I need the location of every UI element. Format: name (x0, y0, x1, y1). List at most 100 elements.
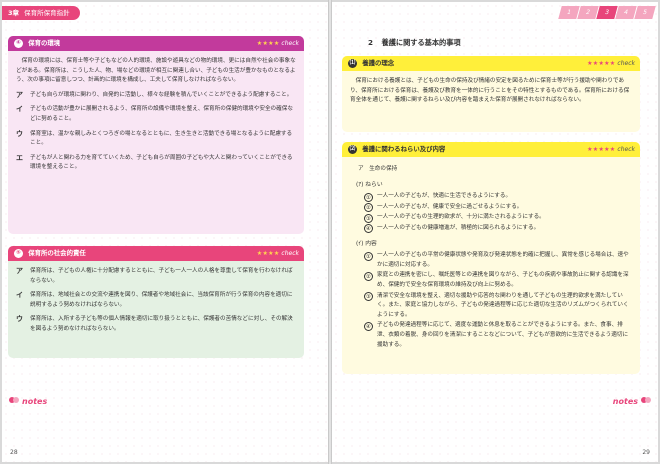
nursing-philosophy-header: ⑴ 養護の理念 ★★★★★ check (342, 56, 640, 71)
check-label: check (617, 60, 635, 67)
content-text: 子どもの発達過程等に応じて、適度な運動と休息を取ることができるようにする。また、… (377, 322, 629, 348)
item-number: ① (364, 192, 373, 202)
list-item: ウ保育室は、温かな親しみとくつろぎの場となるとともに、生き生きと活動できる場とな… (16, 130, 296, 149)
item-mark: ア (16, 90, 23, 99)
check-label: check (281, 40, 299, 47)
aim-item: ④ 一人一人の子どもの健康増進が、積極的に図られるようにする。 (364, 224, 632, 234)
star-rating-icon: ★★★★★ (587, 60, 616, 67)
environment-box-body: 保育の環境には、保育士等や子どもなどの人的環境、施設や遊具などの物的環境、更には… (8, 51, 304, 184)
nursing-aims-header: ⑵ 養護に関わるねらい及び内容 ★★★★★ check (342, 142, 640, 157)
notes-label: notes (613, 396, 652, 406)
section-number-icon: ⑤ (14, 248, 23, 258)
aim-text: 一人一人の子どもが、快適に生活できるようにする。 (377, 193, 512, 200)
section-title-text: 養護に関する基本的事項 (381, 38, 461, 47)
aim-text: 一人一人の子どもが、健康で安全に過ごせるようにする。 (377, 203, 523, 210)
environment-box-title: 保育の環境 (28, 39, 61, 47)
item-text: 子ども自らが環境に関わり、自発的に活動し、様々な経験を積んでいくことができるよう… (30, 91, 293, 98)
item-mark: イ (16, 105, 23, 114)
star-rating-icon: ★★★★ (256, 250, 280, 257)
social-responsibility-box-body: ア保育所は、子どもの人権に十分配慮するとともに、子ども一人一人の人格を尊重して保… (8, 261, 304, 346)
importance-check: ★★★★★ check (587, 142, 635, 157)
check-label: check (617, 146, 635, 153)
item-mark: ウ (16, 315, 23, 324)
section-title: 2 養護に関する基本的事項 (368, 38, 461, 48)
item-text: 保育所は、入所する子ども等の個人情報を適切に取り扱うとともに、保護者の苦情などに… (30, 316, 293, 332)
section-number-icon: ④ (14, 38, 23, 48)
item-number: ② (364, 203, 373, 213)
importance-check: ★★★★★ check (587, 56, 635, 71)
chapter-tab: 3章 保育所保育指針 (2, 6, 80, 20)
right-page: 1 2 3 4 5 2 養護に関する基本的事項 ⑴ 養護の理念 ★★★★★ ch… (332, 2, 658, 462)
nursing-philosophy-body: 保育における養護とは、子どもの生命の保持及び情緒の安定を図るために保育士等が行う… (342, 71, 640, 117)
item-number: ③ (364, 213, 373, 223)
list-item: ア保育所は、子どもの人権に十分配慮するとともに、子ども一人一人の人格を尊重して保… (16, 267, 296, 286)
item-number: ① (364, 251, 373, 261)
nursing-philosophy-text: 保育における養護とは、子どもの生命の保持及び情緒の安定を図るために保育士等が行う… (350, 78, 630, 104)
chapter-nav-item[interactable]: 5 (634, 6, 656, 19)
list-item: イ保育所は、地域社会との交流や連携を図り、保護者や地域社会に、当該保育所が行う保… (16, 291, 296, 310)
importance-check: ★★★★ check (257, 246, 299, 261)
star-rating-icon: ★★★★★ (587, 146, 616, 153)
item-number: ④ (364, 321, 373, 331)
item-mark: ウ (16, 129, 23, 138)
aims-heading: (ｱ) ねらい (356, 181, 383, 188)
item-number: ④ (364, 224, 373, 234)
list-item: イ子どもの活動が豊かに展開されるよう、保育所の設備や環境を整え、保育所の保健的環… (16, 105, 296, 124)
content-item: ② 家庭との連携を密にし、嘱託医等との連携を図りながら、子どもの疾病や事故防止に関… (364, 271, 632, 290)
environment-intro: 保育の環境には、保育士等や子どもなどの人的環境、施設や遊具などの物的環境、更には… (16, 58, 296, 84)
content-heading: (ｲ) 内容 (356, 240, 377, 247)
page-number: 29 (642, 449, 650, 456)
aim-item: ① 一人一人の子どもが、快適に生活できるようにする。 (364, 192, 632, 202)
content-text: 一人一人の子どもの平常の健康状態や発育及び発達状態を的確に把握し、異常を感じる場… (377, 252, 629, 268)
environment-box: ④ 保育の環境 ★★★★ check 保育の環境には、保育士等や子どもなどの人的… (8, 36, 304, 234)
item-text: 保育所は、子どもの人権に十分配慮するとともに、子ども一人一人の人格を尊重して保育… (30, 268, 293, 284)
notes-text: notes (22, 396, 48, 406)
nursing-aims-box: ⑵ 養護に関わるねらい及び内容 ★★★★★ check ア 生命の保持 (ｱ) … (342, 142, 640, 374)
aim-item: ② 一人一人の子どもが、健康で安全に過ごせるようにする。 (364, 203, 632, 213)
check-label: check (281, 250, 299, 257)
item-text: 保育室は、温かな親しみとくつろぎの場となるとともに、生き生きと活動できる場となる… (30, 130, 293, 147)
subsection-heading: ア 生命の保持 (358, 166, 398, 172)
item-number: ③ (364, 292, 373, 302)
aim-item: ③ 一人一人の子どもの生理的欲求が、十分に満たされるようにする。 (364, 213, 632, 223)
list-item: ア子ども自らが環境に関わり、自発的に活動し、様々な経験を積んでいくことができるよ… (16, 91, 296, 101)
item-mark: イ (16, 291, 23, 300)
chapter-number: 3章 (8, 9, 20, 17)
chapter-nav: 1 2 3 4 5 (558, 6, 656, 19)
list-item: ウ保育所は、入所する子ども等の個人情報を適切に取り扱うとともに、保護者の苦情など… (16, 315, 296, 334)
ribbon-icon (9, 397, 19, 403)
ribbon-icon (641, 397, 651, 403)
nursing-philosophy-title: 養護の理念 (362, 59, 395, 67)
item-text: 子どもの活動が豊かに展開されるよう、保育所の設備や環境を整え、保育所の保健的環境… (30, 106, 293, 122)
social-responsibility-box-header: ⑤ 保育所の社会的責任 ★★★★ check (8, 246, 304, 261)
section-number-icon: ⑵ (348, 144, 357, 154)
item-text: 保育所は、地域社会との交流や連携を図り、保護者や地域社会に、当該保育所が行う保育… (30, 292, 293, 308)
page-number: 28 (10, 449, 18, 456)
nursing-aims-title: 養護に関わるねらい及び内容 (362, 145, 446, 153)
section-number: 2 (368, 38, 374, 47)
section-number-icon: ⑴ (348, 58, 357, 68)
content-item: ① 一人一人の子どもの平常の健康状態や発育及び発達状態を的確に把握し、異常を感じる… (364, 251, 632, 270)
item-mark: エ (16, 153, 23, 162)
star-rating-icon: ★★★★ (256, 40, 280, 47)
item-number: ② (364, 271, 373, 281)
content-text: 清潔で安全な環境を整え、適切な援助や応答的な関わりを通して子どもの生理的欲求を満… (377, 292, 629, 318)
content-item: ③ 清潔で安全な環境を整え、適切な援助や応答的な関わりを通して子どもの生理的欲求を… (364, 292, 632, 321)
notes-text: notes (612, 396, 638, 406)
aim-text: 一人一人の子どもの生理的欲求が、十分に満たされるようにする。 (377, 214, 545, 221)
nursing-philosophy-box: ⑴ 養護の理念 ★★★★★ check 保育における養護とは、子どもの生命の保持… (342, 56, 640, 132)
aim-text: 一人一人の子どもの健康増進が、積極的に図られるようにする。 (377, 224, 540, 231)
importance-check: ★★★★ check (257, 36, 299, 51)
list-item: エ子どもが人と関わる力を育てていくため、子ども自らが周囲の子どもや大人と関わって… (16, 154, 296, 173)
item-mark: ア (16, 267, 23, 275)
environment-box-header: ④ 保育の環境 ★★★★ check (8, 36, 304, 51)
notes-label: notes (8, 396, 47, 406)
chapter-title: 保育所保育指針 (24, 9, 70, 17)
social-responsibility-box: ⑤ 保育所の社会的責任 ★★★★ check ア保育所は、子どもの人権に十分配慮… (8, 246, 304, 358)
book-spread: 3章 保育所保育指針 ④ 保育の環境 ★★★★ check 保育の環境には、保育… (0, 0, 660, 464)
content-text: 家庭との連携を密にし、嘱託医等との連携を図りながら、子どもの疾病や事故防止に関す… (377, 272, 629, 288)
content-item: ④ 子どもの発達過程等に応じて、適度な運動と休息を取ることができるようにする。また… (364, 321, 632, 350)
left-page: 3章 保育所保育指針 ④ 保育の環境 ★★★★ check 保育の環境には、保育… (2, 2, 328, 462)
nursing-aims-body: ア 生命の保持 (ｱ) ねらい ① 一人一人の子どもが、快適に生活できるようにする… (342, 157, 640, 357)
social-responsibility-box-title: 保育所の社会的責任 (28, 249, 86, 257)
